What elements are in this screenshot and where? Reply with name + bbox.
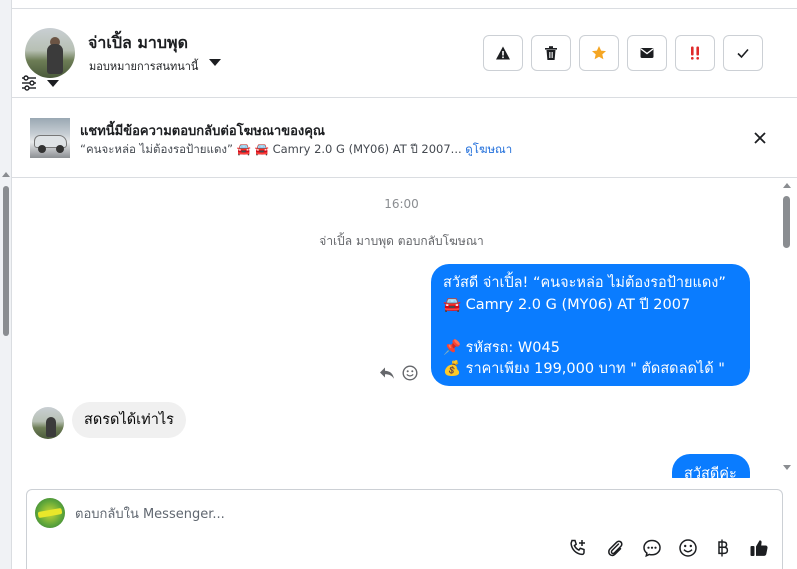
- left-rail: [0, 0, 12, 569]
- star-icon: [592, 46, 606, 60]
- ad-reply-system-message: จ่าเปิ้ล มาบพุด ตอบกลับโฆษณา: [319, 234, 484, 248]
- spam-warning-button[interactable]: [483, 35, 523, 71]
- close-icon[interactable]: [750, 128, 770, 148]
- ad-reply-banner: แชทนี้มีข้อความตอบกลับต่อโฆษณาของคุณ “คน…: [12, 98, 797, 178]
- trash-icon: [545, 46, 557, 60]
- contact-name[interactable]: จ่าเปิ้ล มาบพุด: [88, 31, 188, 56]
- call-button[interactable]: [568, 538, 588, 558]
- message-composer: [26, 489, 783, 569]
- contact-avatar[interactable]: [25, 28, 75, 78]
- star-button[interactable]: [579, 35, 619, 71]
- ad-thumbnail[interactable]: [30, 118, 70, 158]
- scroll-up-arrow[interactable]: [783, 183, 791, 188]
- assign-chevron-down-icon[interactable]: [209, 59, 221, 66]
- ad-banner-subtitle: “คนจะหล่อ ไม่ต้องรอป้ายแดง” 🚘 🚘 Camry 2.…: [80, 141, 512, 159]
- paperclip-icon: [608, 540, 623, 557]
- outgoing-message-bubble-2[interactable]: สวัสดีค่ะ: [672, 454, 750, 478]
- conversation-header: จ่าเปิ้ล มาบพุด มอบหมายการสนทนานี้: [12, 9, 797, 98]
- attach-file-button[interactable]: [605, 538, 625, 558]
- incoming-message-bubble[interactable]: สดรดได้เท่าไร: [72, 402, 186, 438]
- checkmark-icon: [737, 48, 749, 59]
- filter-dropdown-caret-icon[interactable]: [47, 80, 59, 87]
- reaction-smiley-icon[interactable]: [402, 365, 418, 381]
- phone-plus-icon: [570, 539, 585, 556]
- saved-replies-button[interactable]: [642, 538, 662, 558]
- scroll-down-arrow[interactable]: [783, 465, 791, 470]
- left-scroll-up-arrow[interactable]: [2, 172, 10, 177]
- emoji-button[interactable]: [678, 538, 698, 558]
- message-line: 🚘 Camry 2.0 G (MY06) AT ปี 2007: [443, 296, 691, 313]
- ad-caption: “คนจะหล่อ ไม่ต้องรอป้ายแดง” 🚘 🚘 Camry 2.…: [80, 142, 462, 156]
- avatar-person-shape: [46, 417, 56, 437]
- saved-replies-icon: [643, 539, 661, 558]
- message-line: สวัสดี จ่าเปิ้ล! “คนจะหล่อ ไม่ต้องรอป้าย…: [443, 275, 726, 291]
- envelope-icon: [640, 48, 654, 58]
- view-ad-link[interactable]: ดูโฆษณา: [465, 142, 512, 156]
- reply-arrow-icon[interactable]: [379, 366, 395, 380]
- message-thread[interactable]: 16:00 จ่าเปิ้ล มาบพุด ตอบกลับโฆษณา สวัสด…: [12, 178, 797, 478]
- scrollbar-thumb[interactable]: [783, 196, 790, 248]
- messenger-inbox-window: จ่าเปิ้ล มาบพุด มอบหมายการสนทนานี้ แชทนี…: [0, 0, 797, 569]
- page-avatar: [35, 498, 65, 528]
- payment-button[interactable]: [713, 538, 733, 558]
- mark-done-button[interactable]: [723, 35, 763, 71]
- filter-sliders-icon[interactable]: [21, 75, 37, 91]
- ad-thumbnail-wheel: [38, 145, 46, 153]
- delete-button[interactable]: [531, 35, 571, 71]
- mark-unread-button[interactable]: [627, 35, 667, 71]
- like-button[interactable]: [749, 538, 769, 558]
- message-line: [443, 316, 738, 338]
- avatar-person-shape: [47, 44, 63, 74]
- page-avatar-logo-shape: [37, 507, 63, 519]
- ad-banner-title: แชทนี้มีข้อความตอบกลับต่อโฆษณาของคุณ: [80, 124, 325, 139]
- left-scrollbar-thumb[interactable]: [3, 186, 9, 336]
- assign-conversation-dropdown[interactable]: มอบหมายการสนทนานี้: [89, 57, 198, 75]
- message-line: 📌 รหัสรถ: W045: [443, 339, 560, 356]
- ad-thumbnail-wheel: [56, 145, 64, 153]
- baht-icon: [718, 539, 729, 557]
- reply-input[interactable]: [75, 504, 575, 524]
- double-exclamation-icon: [691, 46, 699, 60]
- message-timestamp: 16:00: [384, 197, 419, 211]
- emoji-icon: [679, 539, 697, 557]
- outgoing-message-bubble[interactable]: สวัสดี จ่าเปิ้ล! “คนจะหล่อ ไม่ต้องรอป้าย…: [431, 264, 750, 386]
- warning-icon: [496, 46, 510, 60]
- thread-scrollbar[interactable]: [779, 178, 793, 478]
- message-line: 💰 ราคาเพียง 199,000 บาท " ตัดสดลดได้ ": [443, 361, 725, 377]
- thumbs-up-icon: [750, 540, 768, 556]
- contact-avatar-small[interactable]: [32, 407, 64, 439]
- follow-up-button[interactable]: [675, 35, 715, 71]
